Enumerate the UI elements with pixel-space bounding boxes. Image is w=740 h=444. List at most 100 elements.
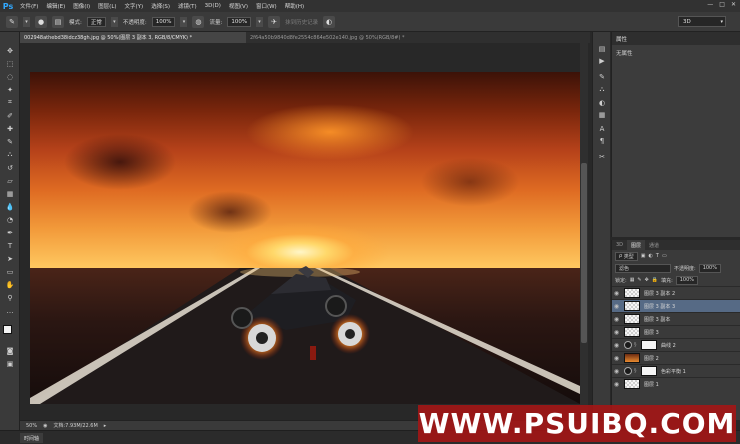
brush-panel-icon[interactable]: ▤ xyxy=(52,15,64,28)
flow-dropdown-arrow[interactable]: ▾ xyxy=(256,16,264,27)
tab-3d[interactable]: 3D xyxy=(612,240,627,250)
lock-position-icon[interactable]: ✥ xyxy=(645,277,649,283)
brush-size-icon[interactable]: ● xyxy=(35,15,47,28)
blend-mode-select[interactable]: 滤色 xyxy=(615,263,671,273)
layer-row[interactable]: ◉ 图层 3 副本 3 xyxy=(612,299,740,312)
timeline-tab[interactable]: 时间轴 xyxy=(20,433,44,443)
flow-field[interactable]: 100% xyxy=(227,16,252,27)
type-tool-icon[interactable]: T xyxy=(4,241,16,250)
more-tools-icon[interactable]: … xyxy=(4,306,16,315)
layer-row[interactable]: ◉ § 曲线 2 xyxy=(612,338,740,351)
tab-channels[interactable]: 通道 xyxy=(645,240,663,250)
menu-item-layer[interactable]: 图层(L) xyxy=(94,2,120,10)
adjustments-panel-icon[interactable]: ◐ xyxy=(596,98,608,108)
layer-opacity-field[interactable]: 100% xyxy=(698,263,721,273)
paragraph-panel-icon[interactable]: ¶ xyxy=(596,136,608,146)
visibility-eye-icon[interactable]: ◉ xyxy=(612,316,621,323)
menu-item-window[interactable]: 窗口(W) xyxy=(252,2,281,10)
visibility-eye-icon[interactable]: ◉ xyxy=(612,355,621,362)
filter-adjustment-icon[interactable]: ◐ xyxy=(649,253,653,259)
menu-item-edit[interactable]: 编辑(E) xyxy=(42,2,69,10)
hand-tool-icon[interactable]: ✋ xyxy=(4,280,16,289)
opacity-dropdown-arrow[interactable]: ▾ xyxy=(180,16,188,27)
menu-item-help[interactable]: 帮助(H) xyxy=(281,2,308,10)
tab-document-2[interactable]: 2f64a50b9840d8fe2554c864e502e140.jpg @ 5… xyxy=(246,32,432,43)
layer-thumbnail[interactable] xyxy=(624,379,640,389)
layer-thumbnail[interactable] xyxy=(641,366,657,376)
minimize-button[interactable]: — xyxy=(707,1,713,8)
layer-thumbnail[interactable] xyxy=(624,301,640,311)
menu-item-type[interactable]: 文字(Y) xyxy=(121,2,148,10)
tool-presets-panel-icon[interactable]: ✂ xyxy=(596,152,608,162)
history-brush-tool-icon[interactable]: ↺ xyxy=(4,163,16,172)
healing-brush-tool-icon[interactable]: ✚ xyxy=(4,124,16,133)
layer-thumbnail[interactable] xyxy=(624,327,640,337)
move-tool-icon[interactable]: ✥ xyxy=(4,46,16,55)
foreground-color-swatch[interactable] xyxy=(3,325,12,334)
quick-select-tool-icon[interactable]: ✦ xyxy=(4,85,16,94)
pressure-size-icon[interactable]: ◐ xyxy=(323,15,336,28)
workspace-select[interactable]: 3D xyxy=(678,16,726,27)
close-button[interactable]: ✕ xyxy=(731,1,736,8)
brush-tool-icon[interactable]: ✎ xyxy=(4,137,16,146)
menu-item-image[interactable]: 图像(I) xyxy=(69,2,94,10)
filter-type-icon[interactable]: T xyxy=(656,253,659,259)
lock-transparent-icon[interactable]: ▦ xyxy=(630,277,635,283)
canvas-vertical-scrollbar[interactable] xyxy=(580,43,588,420)
crop-tool-icon[interactable]: ⌗ xyxy=(4,98,16,107)
gradient-tool-icon[interactable]: ▦ xyxy=(4,189,16,198)
actions-panel-icon[interactable]: ▶ xyxy=(596,56,608,66)
dodge-tool-icon[interactable]: ◔ xyxy=(4,215,16,224)
erase-to-history-label[interactable]: 抹到历史记录 xyxy=(285,18,318,26)
pen-tool-icon[interactable]: ✒ xyxy=(4,228,16,237)
layer-fill-field[interactable]: 100% xyxy=(675,275,699,285)
marquee-tool-icon[interactable]: ⬚ xyxy=(4,59,16,68)
menu-item-3d[interactable]: 3D(D) xyxy=(201,3,225,9)
tab-document-1[interactable]: 002948athebd38idcz38gh.jpg @ 50%(图层 3 副本… xyxy=(20,32,246,43)
properties-title[interactable]: 属性 xyxy=(612,32,740,45)
status-icon[interactable]: ◉ xyxy=(43,423,47,429)
mode-select[interactable]: 正常 xyxy=(86,16,106,27)
menu-item-view[interactable]: 视图(V) xyxy=(225,2,252,10)
lock-pixels-icon[interactable]: ✎ xyxy=(637,277,641,283)
lasso-tool-icon[interactable]: ◌ xyxy=(4,72,16,81)
history-brush-icon[interactable]: ✎ xyxy=(6,15,18,28)
menu-item-file[interactable]: 文件(F) xyxy=(16,2,42,10)
lock-all-icon[interactable]: 🔒 xyxy=(652,277,658,283)
screen-mode-icon[interactable]: ▣ xyxy=(4,359,16,368)
quick-mask-icon[interactable]: ◙ xyxy=(4,346,16,355)
layer-thumbnail[interactable] xyxy=(624,288,640,298)
rectangle-tool-icon[interactable]: ▭ xyxy=(4,267,16,276)
layer-kind-filter[interactable]: ρ 类型 xyxy=(615,251,638,261)
document-image[interactable] xyxy=(30,72,580,404)
opacity-field[interactable]: 100% xyxy=(151,16,176,27)
clone-stamp-tool-icon[interactable]: ⛬ xyxy=(4,150,16,159)
layer-thumbnail[interactable] xyxy=(624,314,640,324)
pressure-opacity-icon[interactable]: ◍ xyxy=(192,15,205,28)
visibility-eye-icon[interactable]: ◉ xyxy=(612,303,621,310)
visibility-eye-icon[interactable]: ◉ xyxy=(612,329,621,336)
layer-row[interactable]: ◉ 图层 2 xyxy=(612,351,740,364)
scrollbar-thumb[interactable] xyxy=(581,163,587,343)
visibility-eye-icon[interactable]: ◉ xyxy=(612,290,621,297)
zoom-tool-icon[interactable]: ⚲ xyxy=(4,293,16,302)
layer-row[interactable]: ◉ 图层 3 副本 2 xyxy=(612,286,740,299)
mask-link-icon[interactable]: § xyxy=(634,342,638,348)
filter-shape-icon[interactable]: ▭ xyxy=(662,253,667,259)
clone-source-panel-icon[interactable]: ⛬ xyxy=(596,84,608,94)
layer-row[interactable]: ◉ 图层 3 副本 xyxy=(612,312,740,325)
zoom-level[interactable]: 50% xyxy=(26,423,37,429)
blur-tool-icon[interactable]: 💧 xyxy=(4,202,16,211)
tool-preset-dropdown[interactable]: ▾ xyxy=(23,16,30,27)
mask-link-icon[interactable]: § xyxy=(634,368,638,374)
tab-layers[interactable]: 图层 xyxy=(627,240,646,250)
layer-thumbnail[interactable] xyxy=(641,340,657,350)
layer-row[interactable]: ◉ 图层 3 xyxy=(612,325,740,338)
visibility-eye-icon[interactable]: ◉ xyxy=(612,381,621,388)
layer-thumbnail[interactable] xyxy=(624,353,640,363)
visibility-eye-icon[interactable]: ◉ xyxy=(612,368,621,375)
mode-dropdown-arrow[interactable]: ▾ xyxy=(110,16,118,27)
color-panel-icon[interactable]: ▦ xyxy=(596,110,608,120)
history-panel-icon[interactable]: ▤ xyxy=(596,44,608,54)
layer-row[interactable]: ◉ 图层 1 xyxy=(612,377,740,390)
